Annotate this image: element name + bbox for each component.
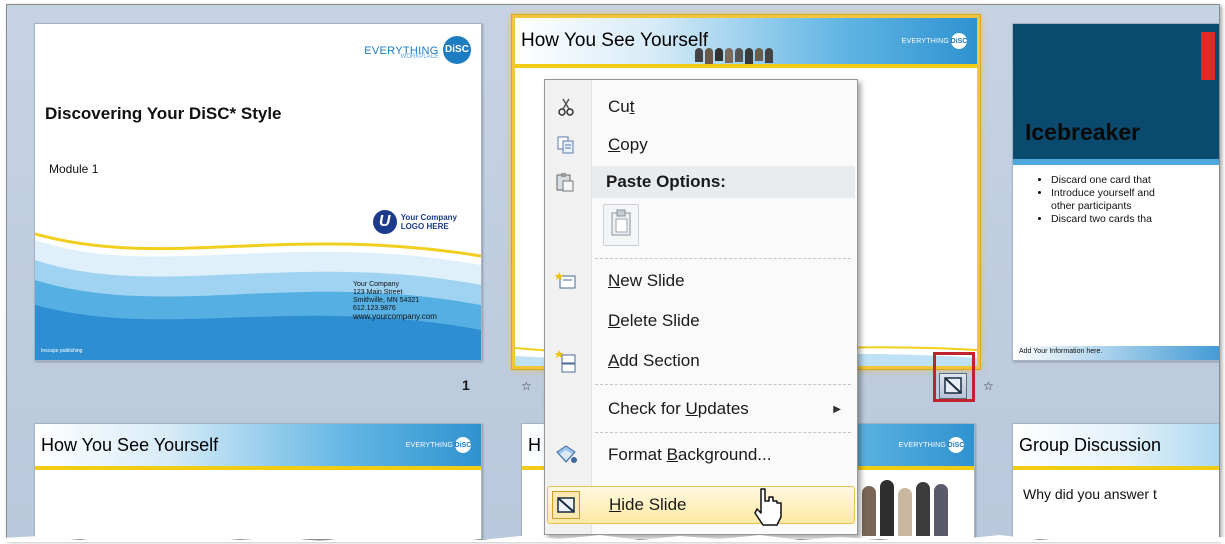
slide-title: Group Discussion <box>1019 434 1162 455</box>
slide-title-band: Icebreaker <box>1013 24 1219 159</box>
slide-title-bar: How You See Yourself EVERYTHING DiSC <box>515 18 977 68</box>
slide-transition-icon: ☆ <box>983 379 994 393</box>
menu-item-hide-slide[interactable]: Hide Slide <box>547 486 855 524</box>
slide-title: How You See Yourself <box>521 30 708 51</box>
slide-thumbnail-4[interactable]: How You See Yourself EVERYTHING DiSC <box>34 423 482 539</box>
mouse-pointer-icon <box>754 488 782 526</box>
slide-transition-icon: ☆ <box>521 379 532 393</box>
menu-item-new-slide[interactable]: New Slide <box>547 264 855 298</box>
slide-footer-bar: Add Your Information here. <box>1013 346 1219 360</box>
brand-logo: EVERYTHING DiSC WORKPLACE <box>364 36 471 70</box>
paste-text-icon <box>610 209 632 242</box>
menu-separator <box>595 258 851 259</box>
menu-item-copy[interactable]: Copy <box>547 128 855 162</box>
slide-title: Discovering Your DiSC* Style <box>45 104 282 123</box>
menu-heading-paste-options: Paste Options: <box>556 166 855 198</box>
slide-subtitle: Module 1 <box>49 162 99 176</box>
brand-logo: EVERYTHING DiSC <box>406 437 471 453</box>
submenu-arrow-icon: ▶ <box>833 403 841 415</box>
paste-icon <box>552 169 578 195</box>
context-menu: Cut Copy Paste Options: New Slide Delete… <box>544 79 858 535</box>
brand-logo: EVERYTHING DiSC <box>899 437 964 453</box>
slide-title: Icebreaker <box>1025 119 1141 145</box>
slide-number-1: 1 <box>462 377 470 393</box>
people-photo <box>695 48 773 64</box>
menu-item-add-section[interactable]: Add Section <box>547 344 855 378</box>
add-section-icon <box>553 348 579 374</box>
menu-item-delete-slide[interactable]: Delete Slide <box>547 304 855 338</box>
title-underline <box>1013 159 1219 165</box>
copy-icon <box>553 132 579 158</box>
slide-footer: Inscape publishing <box>41 348 83 354</box>
new-slide-icon <box>553 268 579 294</box>
slide-sorter-view: EVERYTHING DiSC WORKPLACE Discovering Yo… <box>6 4 1220 540</box>
menu-item-format-background[interactable]: Format Background... <box>547 438 855 472</box>
slide-title-bar: Group Discussion <box>1013 424 1219 470</box>
slide-title: H <box>528 434 541 455</box>
menu-separator <box>595 432 851 433</box>
menu-item-check-for-updates[interactable]: Check for Updates ▶ <box>547 392 855 426</box>
paste-keep-text-only-button[interactable] <box>603 204 639 246</box>
company-address: Your Company 123 Main Street Smithville,… <box>353 281 437 321</box>
slide-thumbnail-3[interactable]: Icebreaker Discard one card that Introdu… <box>1012 23 1219 361</box>
scissors-icon <box>553 94 579 120</box>
bullet-list: Discard one card that Introduce yourself… <box>1039 174 1155 226</box>
slide-title: How You See Yourself <box>41 434 219 455</box>
hide-slide-icon <box>552 491 580 519</box>
brand-logo <box>1201 32 1215 80</box>
slide-thumbnail-6[interactable]: Group Discussion Why did you answer t <box>1012 423 1219 539</box>
people-photo <box>862 480 948 536</box>
menu-separator <box>595 384 851 385</box>
brand-logo: EVERYTHING DiSC <box>902 33 967 49</box>
menu-item-cut[interactable]: Cut <box>547 90 855 124</box>
torn-edge <box>0 535 1225 542</box>
highlight-box <box>933 352 975 402</box>
slide-thumbnail-1[interactable]: EVERYTHING DiSC WORKPLACE Discovering Yo… <box>34 23 482 361</box>
format-background-icon <box>553 442 579 468</box>
slide-body: Why did you answer t <box>1023 486 1157 502</box>
slide-title-bar: How You See Yourself EVERYTHING DiSC <box>35 424 481 470</box>
